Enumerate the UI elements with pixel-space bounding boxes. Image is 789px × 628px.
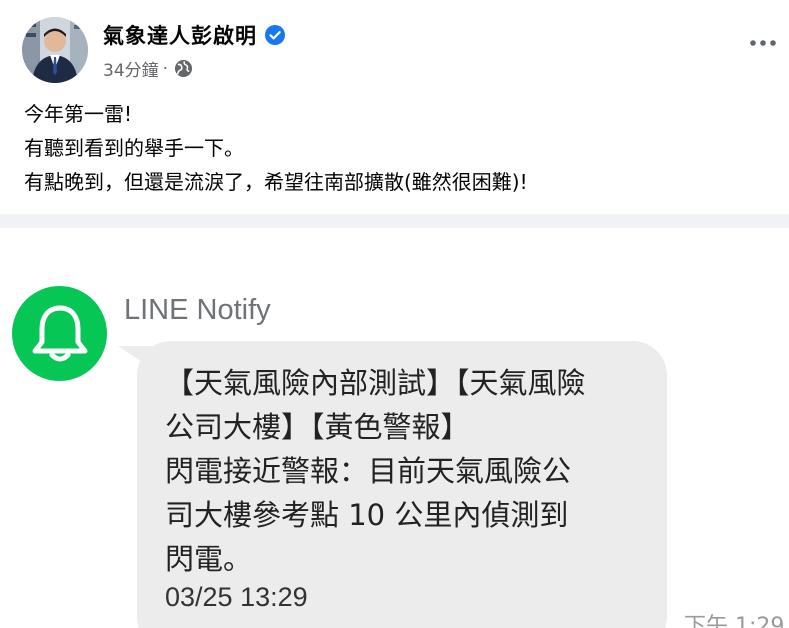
post-line: 有點晚到，但還是流淚了，希望往南部擴散(雖然很困難)! — [24, 170, 528, 194]
message-line: 司大樓參考點 10 公里內偵測到 — [165, 498, 569, 532]
message-text: 【天氣風險內部測試】【天氣風險 公司大樓】【黃色警報】 閃電接近警報：目前天氣風… — [165, 361, 635, 581]
post-image-divider — [0, 214, 789, 228]
post-line: 今年第一雷! — [24, 102, 133, 126]
author-avatar[interactable] — [22, 17, 88, 83]
facebook-post: 氣象達人彭啟明 34分鐘 · 今年第一雷! 有聽到看到的舉手一下。 有點晚到，但… — [0, 0, 789, 214]
post-image[interactable]: LINE Notify 【天氣風險內部測試】【天氣風險 公司大樓】【黃色警報】 … — [0, 228, 789, 628]
post-timestamp[interactable]: 34分鐘 — [103, 56, 159, 81]
post-meta: 34分鐘 · — [103, 56, 193, 81]
message-line: 【天氣風險內部測試】【天氣風險 — [165, 366, 586, 400]
message-line: 閃電接近警報：目前天氣風險公 — [165, 454, 572, 488]
line-notify-avatar — [12, 286, 107, 381]
more-options-button[interactable] — [747, 33, 779, 53]
message-line: 閃電。 — [165, 542, 253, 576]
message-bubble: 【天氣風險內部測試】【天氣風險 公司大樓】【黃色警報】 閃電接近警報：目前天氣風… — [137, 341, 667, 628]
bell-icon — [32, 305, 87, 361]
meta-separator: · — [162, 58, 169, 79]
message-line: 公司大樓】【黃色警報】 — [165, 410, 470, 444]
line-sender-name: LINE Notify — [124, 294, 271, 326]
message-sent-time: 下午 1:29 — [684, 614, 785, 628]
message-timestamp: 03/25 13:29 — [165, 582, 308, 612]
globe-icon[interactable] — [174, 59, 193, 78]
post-line: 有聽到看到的舉手一下。 — [24, 136, 244, 160]
author-row: 氣象達人彭啟明 — [103, 20, 285, 50]
post-body: 今年第一雷! 有聽到看到的舉手一下。 有點晚到，但還是流淚了，希望往南部擴散(雖… — [24, 97, 528, 199]
author-name[interactable]: 氣象達人彭啟明 — [103, 20, 257, 50]
more-options-icon — [750, 40, 776, 46]
verified-badge-icon — [265, 25, 285, 45]
